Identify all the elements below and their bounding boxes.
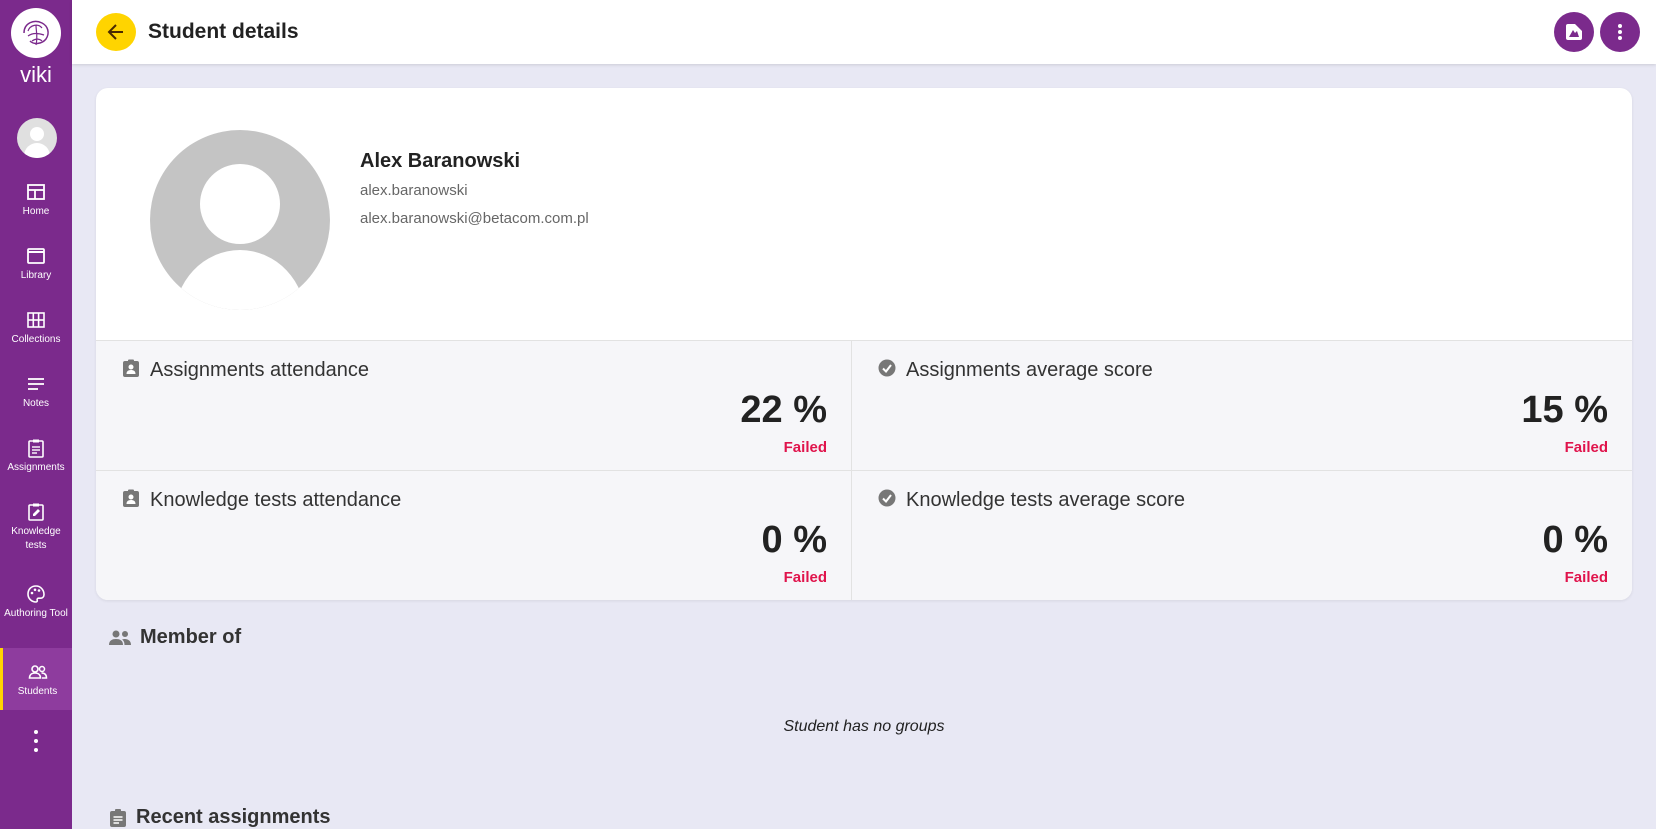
sidebar-item-label: Authoring Tool: [4, 608, 68, 619]
sidebar: viki Home Library Collections Notes Assi…: [0, 0, 72, 829]
sidebar-item-label: Assignments: [7, 462, 65, 473]
sidebar-item-label: Students: [17, 686, 58, 697]
sidebar-item-label: Knowledge tests: [11, 526, 61, 551]
group-icon: [109, 630, 131, 645]
sidebar-item-assignments[interactable]: Assignments: [0, 438, 72, 475]
student-email: alex.baranowski@betacom.com.pl: [360, 210, 589, 227]
stat-status: Failed: [783, 439, 827, 456]
more-options-button[interactable]: [1600, 12, 1640, 52]
back-button[interactable]: [96, 13, 136, 51]
stat-value: 0 %: [761, 519, 827, 561]
clipboard-person-icon: [123, 359, 139, 377]
stat-tests-average: Knowledge tests average score 0 % Failed: [852, 471, 1632, 600]
report-button[interactable]: [1554, 12, 1594, 52]
stat-status: Failed: [1564, 439, 1608, 456]
student-name: Alex Baranowski: [360, 150, 521, 172]
stat-value: 15 %: [1521, 389, 1608, 431]
section-title: Member of: [140, 626, 242, 648]
clipboard-person-icon: [123, 489, 139, 507]
collections-grid-icon: [27, 312, 45, 328]
edit-square-icon: [28, 503, 44, 521]
recent-assignments-header: Recent assignments: [108, 806, 331, 829]
stat-title: Assignments attendance: [150, 359, 370, 381]
sidebar-item-label: Home: [22, 206, 50, 217]
library-icon: [27, 248, 45, 264]
stats-grid: Assignments attendance 22 % Failed Assig…: [96, 340, 1632, 600]
clipboard-icon: [110, 808, 126, 827]
more-vertical-icon[interactable]: [26, 730, 46, 752]
section-title: Recent assignments: [136, 806, 331, 828]
home-dashboard-icon: [27, 184, 45, 200]
stat-title: Knowledge tests attendance: [150, 489, 402, 511]
clipboard-icon: [28, 439, 44, 458]
sidebar-item-authoring-tool[interactable]: Authoring Tool: [0, 584, 72, 621]
sidebar-item-label: Notes: [22, 398, 50, 409]
sidebar-item-library[interactable]: Library: [0, 246, 72, 283]
stat-title: Knowledge tests average score: [906, 489, 1186, 511]
stat-status: Failed: [783, 569, 827, 586]
people-icon: [28, 665, 47, 679]
sidebar-item-label: Library: [20, 270, 52, 281]
check-circle-icon: [878, 489, 896, 507]
sidebar-item-collections[interactable]: Collections: [0, 310, 72, 347]
stat-assignments-average: Assignments average score 15 % Failed: [852, 341, 1632, 471]
notes-lines-icon: [28, 378, 44, 390]
report-image-icon: [1566, 24, 1582, 40]
app-logo-text: viki: [20, 62, 52, 87]
palette-icon: [27, 585, 45, 603]
viki-logo-icon[interactable]: [11, 8, 61, 58]
check-circle-icon: [878, 359, 896, 377]
stat-assignments-attendance: Assignments attendance 22 % Failed: [96, 341, 852, 471]
stat-value: 0 %: [1542, 519, 1608, 561]
no-groups-message: Student has no groups: [783, 718, 945, 735]
top-header: Student details: [72, 0, 1656, 64]
user-avatar[interactable]: [17, 118, 57, 158]
sidebar-item-knowledge-tests[interactable]: Knowledge tests: [0, 502, 72, 553]
student-username: alex.baranowski: [360, 182, 468, 199]
stat-status: Failed: [1564, 569, 1608, 586]
student-avatar: [150, 130, 330, 310]
sidebar-item-label: Collections: [11, 334, 61, 345]
member-of-header: Member of: [108, 626, 241, 649]
sidebar-item-notes[interactable]: Notes: [0, 374, 72, 411]
page-title: Student details: [148, 20, 299, 43]
more-vertical-icon: [1618, 24, 1622, 40]
stat-value: 22 %: [740, 389, 827, 431]
student-profile-card: Alex Baranowski alex.baranowski alex.bar…: [96, 88, 1632, 600]
sidebar-item-home[interactable]: Home: [0, 182, 72, 219]
sidebar-item-students[interactable]: Students: [0, 648, 72, 710]
arrow-left-icon: [107, 24, 123, 40]
stat-tests-attendance: Knowledge tests attendance 0 % Failed: [96, 471, 852, 600]
stat-title: Assignments average score: [906, 359, 1153, 381]
